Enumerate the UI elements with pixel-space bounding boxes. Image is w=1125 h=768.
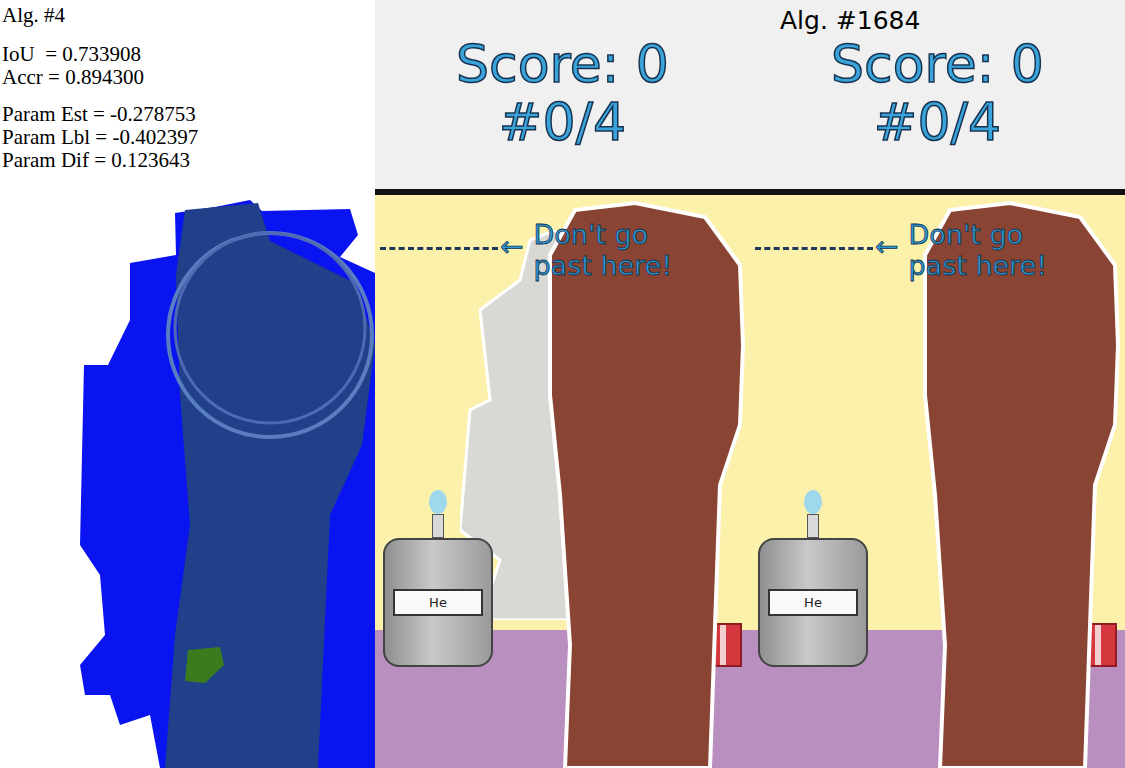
metrics: IoU = 0.733908Accr = 0.894300 xyxy=(2,43,375,89)
progress-text: #0/4 xyxy=(499,93,626,151)
helium-tank[interactable]: He xyxy=(383,490,493,667)
limit-warning: ← Don't gopast here! xyxy=(755,219,1120,281)
estimate-circle xyxy=(168,233,372,437)
score-text: Score: 0 xyxy=(456,35,669,93)
game-area: Alg. #1684Score: 0#0/4Score: 0#0/4He←Don… xyxy=(375,0,1125,768)
label-circle xyxy=(175,233,365,423)
algorithm-title: Alg. #1684 xyxy=(780,6,1125,35)
warning-text: Don't go xyxy=(533,219,672,250)
arrow-icon: ← xyxy=(500,219,523,275)
warning-text: past here! xyxy=(533,250,672,281)
warning-text: Don't go xyxy=(908,219,1047,250)
arrow-icon: ← xyxy=(875,219,898,275)
stats-text: Alg. #4 IoU = 0.733908Accr = 0.894300 Para… xyxy=(0,0,375,195)
param-line: Param Est = -0.278753 xyxy=(2,103,375,126)
progress-text: #0/4 xyxy=(874,93,1001,151)
params: Param Est = -0.278753Param Lbl = -0.4023… xyxy=(2,103,375,172)
game-panel[interactable]: He ← Don't gopast here! xyxy=(750,195,1125,768)
segmentation-view xyxy=(0,195,375,768)
metric-line: Accr = 0.894300 xyxy=(2,66,375,89)
player-score: Score: 0#0/4 xyxy=(375,35,750,151)
game-panel[interactable]: He ← Don't gopast here! xyxy=(375,195,750,768)
nozzle-icon xyxy=(807,514,819,538)
algorithm-label: Alg. #4 xyxy=(2,4,375,27)
prediction-region xyxy=(80,200,375,768)
balloon-icon xyxy=(429,490,447,514)
nozzle-icon xyxy=(432,514,444,538)
analysis-panel: Alg. #4 IoU = 0.733908Accr = 0.894300 Para… xyxy=(0,0,375,768)
limit-line xyxy=(755,247,873,250)
game-screen: Alg. #4 IoU = 0.733908Accr = 0.894300 Para… xyxy=(0,0,1125,768)
helium-tank[interactable]: He xyxy=(758,490,868,667)
label-region xyxy=(165,203,375,768)
error-patch xyxy=(185,647,224,683)
param-line: Param Dif = 0.123643 xyxy=(2,149,375,172)
param-line: Param Lbl = -0.402397 xyxy=(2,126,375,149)
tank-label: He xyxy=(393,589,483,616)
limit-line xyxy=(380,247,498,250)
balloon-icon xyxy=(804,490,822,514)
limit-warning: ← Don't gopast here! xyxy=(380,219,745,281)
score-header: Alg. #1684Score: 0#0/4Score: 0#0/4 xyxy=(375,0,1125,195)
metric-line: IoU = 0.733908 xyxy=(2,43,375,66)
warning-text: past here! xyxy=(908,250,1047,281)
score-text: Score: 0 xyxy=(831,35,1044,93)
player-score: Score: 0#0/4 xyxy=(750,35,1125,151)
tank-label: He xyxy=(768,589,858,616)
